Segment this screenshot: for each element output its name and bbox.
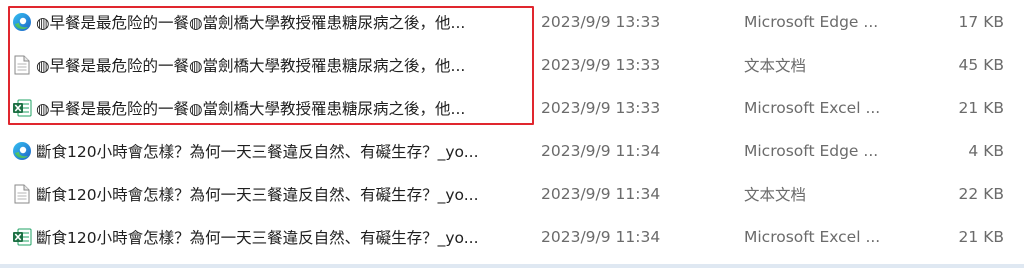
file-date: 2023/9/9 11:34 xyxy=(541,184,661,203)
text-document-icon xyxy=(11,54,33,76)
file-date: 2023/9/9 13:33 xyxy=(541,55,661,74)
file-size: 17 KB xyxy=(958,12,1004,31)
file-type: Microsoft Excel ... xyxy=(744,227,881,246)
file-type: 文本文档 xyxy=(744,56,807,75)
file-row[interactable]: 斷食120小時會怎樣？為何一天三餐違反自然、有礙生存？_yo... 2023/9… xyxy=(0,215,1024,258)
file-name: ◍早餐是最危险的一餐◍當劍橋大學教授罹患糖尿病之後，他... xyxy=(36,56,466,75)
excel-icon xyxy=(11,97,33,119)
file-name: 斷食120小時會怎樣？為何一天三餐違反自然、有礙生存？_yo... xyxy=(36,185,479,204)
file-size: 45 KB xyxy=(958,55,1004,74)
file-row[interactable]: ◍早餐是最危险的一餐◍當劍橋大學教授罹患糖尿病之後，他... 2023/9/9 … xyxy=(0,86,1024,129)
file-date: 2023/9/9 13:33 xyxy=(541,12,661,31)
edge-icon xyxy=(11,140,33,162)
file-date: 2023/9/9 11:34 xyxy=(541,141,661,160)
file-name: 斷食120小時會怎樣？為何一天三餐違反自然、有礙生存？_yo... xyxy=(36,142,479,161)
file-row[interactable]: 斷食120小時會怎樣？為何一天三餐違反自然、有礙生存？_yo... 2023/9… xyxy=(0,129,1024,172)
file-size: 21 KB xyxy=(958,227,1004,246)
file-type: Microsoft Excel ... xyxy=(744,98,881,117)
file-row[interactable]: ◍早餐是最危险的一餐◍當劍橋大學教授罹患糖尿病之後，他... 2023/9/9 … xyxy=(0,43,1024,86)
list-bottom-edge xyxy=(0,264,1024,268)
text-document-icon xyxy=(11,183,33,205)
file-name: ◍早餐是最危险的一餐◍當劍橋大學教授罹患糖尿病之後，他... xyxy=(36,13,466,32)
file-type: Microsoft Edge ... xyxy=(744,141,879,160)
file-name: 斷食120小時會怎樣？為何一天三餐違反自然、有礙生存？_yo... xyxy=(36,228,479,247)
file-list: ◍早餐是最危险的一餐◍當劍橋大學教授罹患糖尿病之後，他... 2023/9/9 … xyxy=(0,0,1024,258)
excel-icon xyxy=(11,226,33,248)
file-size: 21 KB xyxy=(958,98,1004,117)
file-row[interactable]: 斷食120小時會怎樣？為何一天三餐違反自然、有礙生存？_yo... 2023/9… xyxy=(0,172,1024,215)
edge-icon xyxy=(11,11,33,33)
file-size: 4 KB xyxy=(968,141,1004,160)
file-type: Microsoft Edge ... xyxy=(744,12,879,31)
file-type: 文本文档 xyxy=(744,185,807,204)
file-name: ◍早餐是最危险的一餐◍當劍橋大學教授罹患糖尿病之後，他... xyxy=(36,99,466,118)
file-row[interactable]: ◍早餐是最危险的一餐◍當劍橋大學教授罹患糖尿病之後，他... 2023/9/9 … xyxy=(0,0,1024,43)
file-size: 22 KB xyxy=(958,184,1004,203)
file-date: 2023/9/9 13:33 xyxy=(541,98,661,117)
file-date: 2023/9/9 11:34 xyxy=(541,227,661,246)
